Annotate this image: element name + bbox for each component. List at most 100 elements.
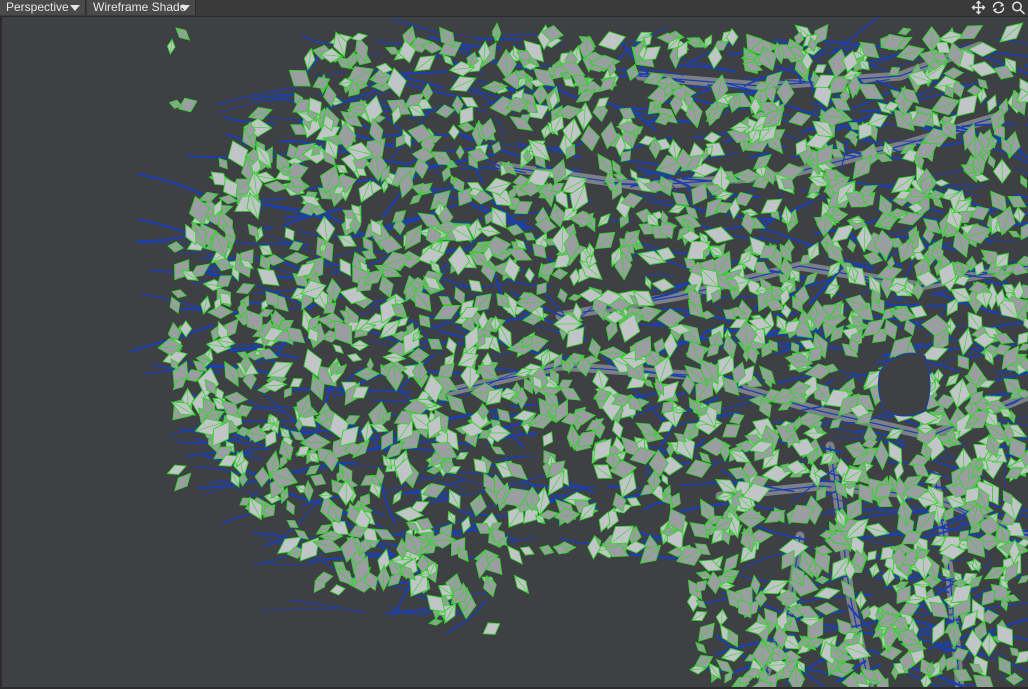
leaf-polygon	[286, 499, 295, 516]
tree-twig	[259, 607, 338, 613]
tree-twig	[245, 399, 287, 414]
leaf-polygon	[932, 617, 945, 645]
leaf-polygon	[611, 418, 624, 440]
leaf-polygon	[235, 283, 256, 295]
leaf-polygon	[569, 267, 581, 287]
leaf-polygon	[695, 580, 708, 593]
zoom-view-button[interactable]	[1010, 0, 1027, 15]
leaf-polygon	[703, 131, 722, 144]
tree-twig	[313, 69, 345, 77]
leaf-polygon	[536, 282, 547, 296]
leaf-polygon	[166, 464, 187, 475]
leaf-polygon	[1023, 316, 1028, 330]
tree-twig	[244, 447, 271, 452]
leaf-polygon	[286, 519, 299, 528]
leaf-polygon	[362, 236, 374, 253]
leaf-polygon	[219, 292, 232, 306]
view-mode-label: Perspective	[6, 0, 69, 14]
leaf-polygon	[264, 429, 277, 448]
tree-twig	[677, 64, 737, 73]
leaf-polygon	[263, 180, 289, 193]
tree-twig	[215, 86, 299, 106]
leaf-polygon	[661, 400, 675, 414]
view-mode-dropdown[interactable]: Perspective	[0, 0, 86, 15]
leaf-polygon	[223, 177, 238, 198]
leaf-polygon	[497, 408, 511, 423]
tree-twig	[643, 274, 674, 278]
leaf-polygon	[303, 348, 323, 378]
leaf-polygon	[956, 94, 978, 117]
leaf-polygon	[992, 333, 1015, 345]
viewport-window: Perspective Wireframe Shade	[0, 0, 1028, 689]
tree-twig	[137, 173, 212, 200]
leaf-polygon	[866, 550, 877, 561]
leaf-polygon	[723, 553, 739, 573]
leaf-polygon	[785, 422, 796, 433]
leaf-polygon	[550, 182, 565, 193]
leaf-polygon	[856, 83, 884, 100]
leaf-polygon	[737, 675, 755, 684]
rotate-icon	[992, 1, 1005, 14]
leaf-polygon	[911, 463, 930, 478]
leaf-polygon	[448, 124, 460, 140]
viewport-header: Perspective Wireframe Shade	[0, 0, 1028, 17]
leaf-polygon	[824, 168, 838, 181]
leaf-polygon	[706, 342, 720, 358]
leaf-polygon	[216, 275, 233, 287]
leaf-polygon	[473, 458, 488, 474]
magnifier-icon	[1012, 1, 1026, 15]
leaf-polygon	[724, 670, 733, 684]
leaf-polygon	[977, 78, 989, 90]
leaf-polygon	[1009, 647, 1020, 657]
leaf-polygon	[218, 157, 228, 170]
tree-twig	[493, 116, 506, 138]
leaf-polygon	[350, 32, 369, 42]
leaf-polygon	[986, 94, 997, 114]
3d-viewport[interactable]	[0, 16, 1028, 689]
leaf-polygon	[577, 430, 597, 448]
leaf-polygon	[207, 304, 234, 320]
tree-twig	[843, 36, 850, 55]
shading-mode-label: Wireframe Shade	[93, 0, 187, 14]
leaf-polygon	[284, 227, 295, 242]
leaf-polygon	[459, 105, 474, 125]
leaf-polygon	[339, 258, 352, 277]
leaf-polygon	[987, 154, 996, 169]
leaf-polygon	[254, 466, 270, 488]
leaf-polygon	[490, 446, 506, 455]
leaf-polygon	[256, 268, 280, 287]
leaf-polygon	[935, 41, 951, 54]
tree-twig	[180, 307, 203, 312]
leaf-polygon	[519, 546, 535, 556]
leaf-polygon	[387, 572, 403, 587]
leaf-polygon	[179, 320, 193, 338]
leaf-polygon	[559, 387, 582, 401]
shading-mode-dropdown[interactable]: Wireframe Shade	[87, 0, 196, 15]
leaf-polygon	[996, 623, 1014, 647]
leaf-polygon	[958, 25, 984, 40]
viewport-border-left	[0, 16, 2, 689]
leaf-polygon	[595, 97, 610, 108]
leaf-polygon	[557, 288, 568, 303]
leaf-polygon	[829, 418, 842, 429]
move-view-button[interactable]	[970, 0, 987, 15]
leaf-polygon	[542, 431, 554, 447]
leaf-polygon	[661, 473, 669, 486]
leaf-polygon	[169, 296, 181, 315]
leaf-polygon	[957, 354, 969, 370]
leaf-polygon	[1018, 343, 1028, 351]
leaf-polygon	[524, 267, 535, 284]
tree-twig	[793, 595, 847, 605]
tree-hollow	[877, 352, 931, 417]
chevron-down-icon	[70, 5, 80, 11]
rotate-view-button[interactable]	[990, 0, 1007, 15]
leaf-polygon	[310, 473, 327, 487]
leaf-polygon	[788, 111, 812, 127]
chevron-down-icon	[180, 5, 190, 11]
leaf-polygon	[597, 31, 627, 51]
leaf-polygon	[813, 64, 827, 74]
tree-twig	[252, 531, 274, 536]
leaf-polygon	[283, 386, 292, 399]
leaf-polygon	[289, 377, 304, 388]
tree-model-render	[129, 16, 1028, 689]
